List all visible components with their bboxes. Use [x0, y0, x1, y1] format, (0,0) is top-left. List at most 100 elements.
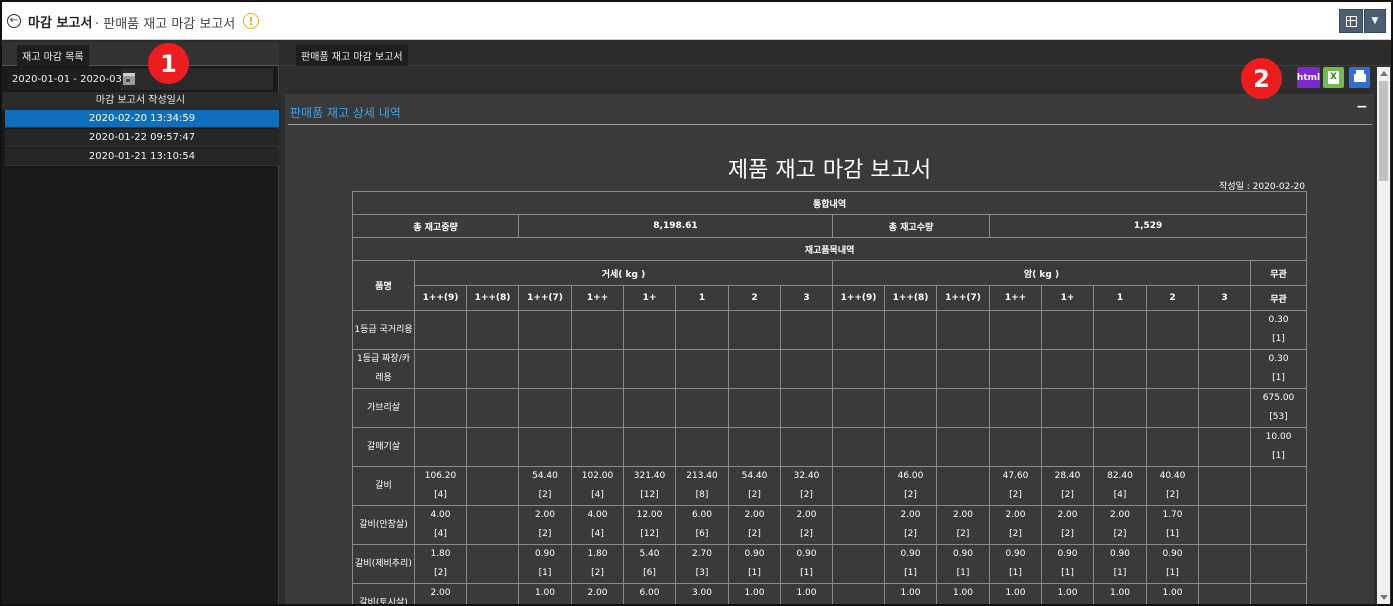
- date-range-input[interactable]: [8, 68, 121, 90]
- export-html-button[interactable]: html: [1297, 67, 1320, 88]
- table-cell: [518, 349, 572, 389]
- grade-am-1: 1++(8): [884, 285, 937, 311]
- grade-geose-2: 1++(7): [518, 285, 572, 311]
- total-weight-label: 총 재고중량: [352, 214, 519, 238]
- scroll-down-arrow-icon[interactable]: [1380, 595, 1388, 600]
- tab-closing-list[interactable]: 재고 마감 목록: [17, 45, 89, 66]
- table-cell: [466, 310, 519, 350]
- cell-count: [53]: [1269, 412, 1288, 422]
- cell-weight: 2.00: [587, 588, 608, 598]
- table-cell: 0.90 [1]: [518, 544, 572, 584]
- list-item[interactable]: 2020-02-20 13:34:59: [5, 110, 279, 128]
- tab-sales-closing-report[interactable]: 판매품 재고 마감 보고서: [296, 45, 408, 66]
- layout-grid-button[interactable]: [1339, 9, 1363, 33]
- cell-weight: 3.00: [691, 588, 713, 598]
- product-name: 갈비(토시살): [352, 583, 415, 604]
- table-cell: [623, 310, 676, 350]
- grade-geose-3: 1++: [571, 285, 624, 311]
- cell-weight: 0.90: [1109, 549, 1131, 559]
- table-cell: [466, 427, 519, 467]
- cell-count: [2]: [904, 529, 917, 539]
- back-icon[interactable]: ←: [7, 14, 21, 28]
- table-cell: [884, 349, 937, 389]
- collapse-icon[interactable]: −: [1356, 99, 1368, 115]
- cell-weight: 1.80: [587, 549, 608, 559]
- table-cell: 54.40 [2]: [518, 466, 572, 506]
- grade-am-3: 1++: [989, 285, 1042, 311]
- table-cell: [675, 388, 729, 428]
- table-cell: [466, 583, 519, 604]
- table-cell: [1198, 466, 1251, 506]
- print-button[interactable]: [1349, 67, 1370, 88]
- table-cell: [728, 349, 781, 389]
- cell-count: [1]: [748, 568, 761, 578]
- calendar-icon[interactable]: [123, 73, 135, 85]
- table-cell: [1093, 310, 1147, 350]
- table-cell: [728, 427, 781, 467]
- table-cell: [675, 427, 729, 467]
- cell-count: [1]: [904, 568, 917, 578]
- left-tab-bar: 재고 마감 목록: [2, 42, 279, 66]
- cell-count: [1]: [1166, 529, 1179, 539]
- cell-count: [6]: [695, 529, 709, 539]
- table-cell: 3.00: [675, 583, 729, 604]
- table-cell: [1249, 583, 1308, 604]
- table-cell: [571, 349, 624, 389]
- cell-weight: 675.00: [1262, 393, 1295, 403]
- table-cell: 28.40 [2]: [1041, 466, 1094, 506]
- table-cell: 46.00 [2]: [884, 466, 937, 506]
- table-cell: [1249, 544, 1308, 584]
- cell-weight: 1.70: [1162, 510, 1183, 520]
- table-cell: [414, 427, 467, 467]
- cell-weight: 0.90: [796, 549, 817, 559]
- table-cell: 2.00 [2]: [780, 505, 833, 545]
- table-cell: 4.00 [4]: [571, 505, 624, 545]
- cell-weight: 2.00: [1005, 510, 1026, 520]
- cell-weight: 0.90: [1162, 549, 1183, 559]
- list-item[interactable]: 2020-01-22 09:57:47: [5, 129, 279, 147]
- cell-count: [2]: [904, 490, 917, 500]
- export-excel-button[interactable]: X: [1323, 67, 1344, 88]
- vertical-scrollbar[interactable]: [1377, 67, 1390, 604]
- chevron-down-icon: ▼: [1371, 16, 1379, 26]
- table-cell: [1041, 427, 1094, 467]
- scroll-thumb[interactable]: [1379, 81, 1388, 181]
- table-cell: 0.90 [1]: [1146, 544, 1199, 584]
- cell-weight: 2.00: [900, 510, 921, 520]
- table-cell: [936, 388, 990, 428]
- cell-weight: 6.00: [639, 588, 660, 598]
- cell-weight: 54.40: [532, 471, 558, 481]
- table-cell: [1249, 505, 1308, 545]
- table-cell: [989, 427, 1042, 467]
- table-cell: [518, 310, 572, 350]
- table-cell: 0.90 [1]: [728, 544, 781, 584]
- table-row: 갈비(제비추리) 1.80 [2] 0.90 [1] 1.80 [2] 5.40 [6] 2.70…: [352, 544, 1308, 584]
- table-cell: [780, 310, 833, 350]
- list-item[interactable]: 2020-01-21 13:10:54: [5, 148, 279, 166]
- layout-dropdown-button[interactable]: ▼: [1364, 9, 1386, 33]
- table-cell: [832, 583, 885, 604]
- cell-weight: 1.00: [1005, 588, 1026, 598]
- cell-weight: 10.00: [1265, 432, 1292, 442]
- table-cell: [675, 310, 729, 350]
- table-row: 갈비(토시살) 2.00 1.00 2.00 6.00 3.00 1.00 1.0…: [352, 583, 1308, 604]
- table-cell: 0.90 [1]: [936, 544, 990, 584]
- table-cell: [466, 349, 519, 389]
- cell-weight: 0.90: [1057, 549, 1078, 559]
- table-cell: [414, 388, 467, 428]
- cell-weight: 1.00: [952, 588, 974, 598]
- total-weight-value: 8,198.61: [518, 214, 833, 238]
- page-title: 마감 보고서: [28, 16, 93, 31]
- cell-weight: 4.00: [587, 510, 608, 520]
- table-cell: 2.00 [2]: [884, 505, 937, 545]
- cell-count: [2]: [800, 490, 813, 500]
- table-cell: 0.90 [1]: [1093, 544, 1147, 584]
- table-cell: [675, 349, 729, 389]
- cell-weight: 1.00: [1162, 588, 1183, 598]
- warning-icon[interactable]: !: [243, 13, 259, 29]
- cell-weight: 2.70: [691, 549, 713, 559]
- scroll-up-arrow-icon[interactable]: [1380, 71, 1388, 76]
- cell-weight: 6.00: [691, 510, 713, 520]
- group-am: 암( kg ): [832, 260, 1251, 286]
- table-cell: 2.00 [2]: [518, 505, 572, 545]
